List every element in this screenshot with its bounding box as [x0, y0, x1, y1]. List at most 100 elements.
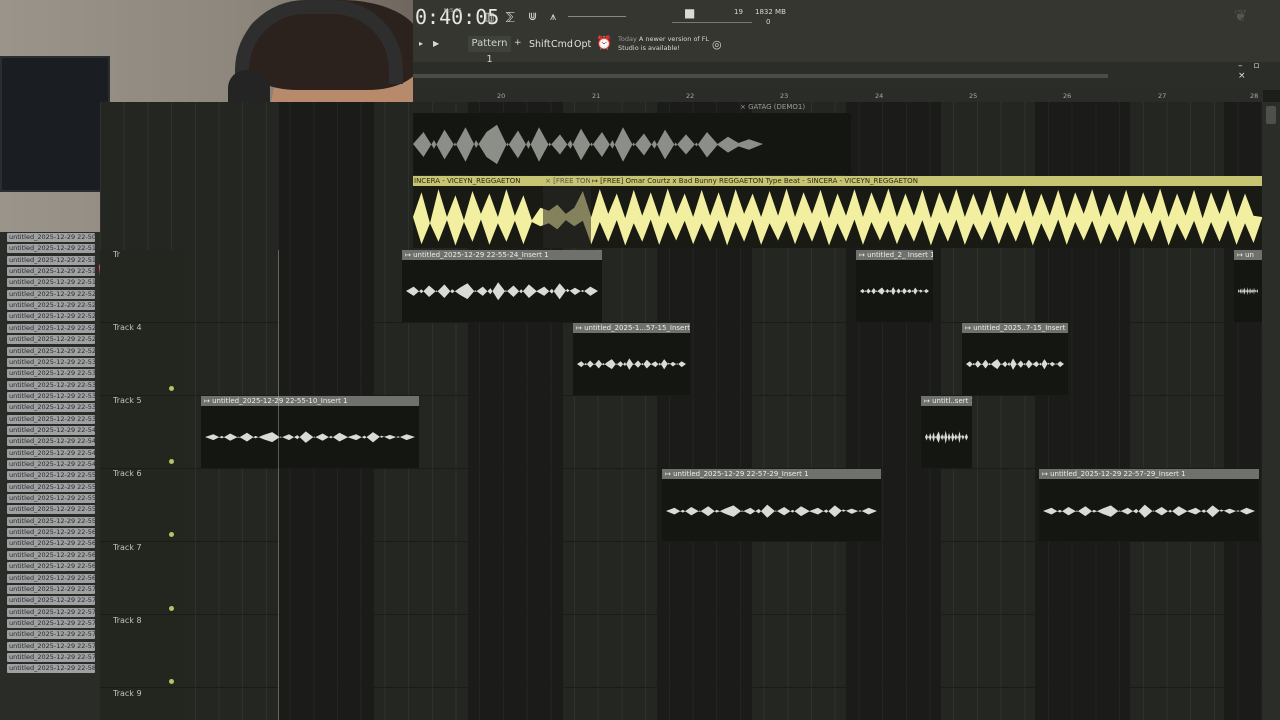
- alarm-clock-icon[interactable]: ⏰: [596, 36, 612, 51]
- browser-file-item[interactable]: untitled_2025-12-29 22-57...: [7, 652, 95, 662]
- typing-keyboard-icon[interactable]: ⅀: [506, 10, 515, 23]
- track-name[interactable]: Track 7: [113, 543, 142, 552]
- news-panel[interactable]: Today A newer version of FL Studio is av…: [618, 35, 713, 53]
- browser-file-item[interactable]: untitled_2025-12-29 22-55...: [7, 505, 95, 515]
- waveform: [860, 287, 929, 296]
- browser-file-item[interactable]: untitled_2025-12-29 22-56...: [7, 550, 95, 560]
- output-monitor-icon: ■: [684, 6, 696, 20]
- browser-file-item[interactable]: untitled_2025-12-29 22-54...: [7, 437, 95, 447]
- ruler-bar-number: 20: [497, 92, 506, 100]
- browser-file-item[interactable]: untitled_2025-12-29 22-52...: [7, 301, 95, 311]
- browser-file-item[interactable]: untitled_2025-12-29 22-51...: [7, 244, 95, 254]
- browser-file-item[interactable]: untitled_2025-12-29 22-56...: [7, 562, 95, 572]
- browser-file-item[interactable]: untitled_2025-12-29 22-55...: [7, 471, 95, 481]
- browser-file-item[interactable]: untitled_2025-12-29 22-55...: [7, 516, 95, 526]
- play-icon[interactable]: ▶: [433, 39, 439, 48]
- waveform: [577, 358, 686, 370]
- waveform: [966, 358, 1064, 370]
- waveform: [925, 430, 968, 444]
- online-globe-icon[interactable]: ◎: [712, 38, 722, 51]
- clip-label: ↦ un: [1234, 250, 1262, 260]
- browser-file-item[interactable]: untitled_2025-12-29 22-54...: [7, 448, 95, 458]
- master-pitch-slider[interactable]: [568, 16, 626, 17]
- browser-file-item[interactable]: untitled_2025-12-29 22-51...: [7, 267, 95, 277]
- track-3-name[interactable]: Tr: [113, 250, 120, 259]
- browser-file-item[interactable]: untitled_2025-12-29 22-57...: [7, 596, 95, 606]
- muted-clip-region[interactable]: [543, 186, 591, 248]
- browser-file-item[interactable]: untitled_2025-12-29 22-52...: [7, 323, 95, 333]
- browser-file-item[interactable]: untitled_2025-12-29 22-53...: [7, 380, 95, 390]
- timeline-ruler[interactable]: [413, 88, 1263, 102]
- browser-file-item[interactable]: untitled_2025-12-29 22-52...: [7, 346, 95, 356]
- browser-file-item[interactable]: untitled_2025-12-29 22-55...: [7, 482, 95, 492]
- browser-file-item[interactable]: untitled_2025-12-29 22-52...: [7, 312, 95, 322]
- audio-clip[interactable]: ↦ un: [1234, 250, 1262, 322]
- horizontal-scrollbar[interactable]: [413, 74, 1108, 78]
- track-name[interactable]: Track 6: [113, 469, 142, 478]
- step-edit-icon[interactable]: ⋓: [528, 10, 537, 23]
- master-volume-slider[interactable]: [672, 22, 752, 23]
- browser-file-item[interactable]: untitled_2025-12-29 22-53...: [7, 414, 95, 424]
- gatag-demo-label: × GATAG (DEMO1): [740, 103, 806, 111]
- time-format-label: M:S:CS: [444, 8, 462, 14]
- track-name[interactable]: Track 9: [113, 689, 142, 698]
- shift-button[interactable]: Shift: [529, 39, 551, 50]
- track-mute-led[interactable]: [169, 532, 174, 537]
- snap-icon[interactable]: ▸: [419, 39, 423, 48]
- playhead-line[interactable]: [278, 250, 279, 720]
- pattern-selector[interactable]: Pattern 1: [468, 36, 511, 65]
- metronome-icon[interactable]: ⩚: [550, 10, 556, 24]
- audio-clip[interactable]: ↦ untitled_2_ Insert 1: [856, 250, 933, 322]
- track-name[interactable]: Track 8: [113, 616, 142, 625]
- browser-file-item[interactable]: untitled_2025-12-29 22-53...: [7, 403, 95, 413]
- vertical-scrollbar[interactable]: [1262, 102, 1280, 720]
- audio-clip[interactable]: ↦ untitled_2025-12-29 22-57-29_Insert 1: [1039, 469, 1259, 541]
- browser-file-item[interactable]: untitled_2025-12-29 22-55...: [7, 494, 95, 504]
- browser-file-item[interactable]: untitled_2025-12-29 22-51...: [7, 255, 95, 265]
- browser-file-item[interactable]: untitled_2025-12-29 22-51...: [7, 278, 95, 288]
- browser-file-item[interactable]: untitled_2025-12-29 22-57...: [7, 641, 95, 651]
- piano-icon[interactable]: ▥: [484, 10, 494, 23]
- browser-file-item[interactable]: untitled_2025-12-29 22-52...: [7, 289, 95, 299]
- browser-file-item[interactable]: untitled_2025-12-29 22-56...: [7, 539, 95, 549]
- window-controls[interactable]: – ▫ ×: [1238, 61, 1280, 81]
- browser-file-item[interactable]: untitled_2025-12-29 22-53...: [7, 369, 95, 379]
- track-mute-led[interactable]: [169, 606, 174, 611]
- browser-file-item[interactable]: untitled_2025-12-29 22-57...: [7, 584, 95, 594]
- browser-file-item[interactable]: untitled_2025-12-29 22-52...: [7, 335, 95, 345]
- audio-clip[interactable]: ↦ untitled_2025-1...57-15_Insert 1: [573, 323, 690, 395]
- waveform: [666, 504, 877, 518]
- audio-clip[interactable]: ↦ untitled_2025-12-29 22-55-10_Insert 1: [201, 396, 419, 468]
- ruler-bar-number: 25: [969, 92, 978, 100]
- audio-clip[interactable]: ↦ untitled_2025-12-29 22-55-24_Insert 1: [402, 250, 602, 322]
- track-name[interactable]: Track 4: [113, 323, 142, 332]
- track-mute-led[interactable]: [169, 459, 174, 464]
- fl-logo-icon[interactable]: ❦: [1234, 6, 1247, 25]
- opt-button[interactable]: Opt: [574, 39, 591, 50]
- add-pattern-icon[interactable]: +: [514, 38, 522, 48]
- ruler-bar-number: 26: [1063, 92, 1072, 100]
- track-name[interactable]: Track 5: [113, 396, 142, 405]
- browser-file-item[interactable]: untitled_2025-12-29 22-54...: [7, 425, 95, 435]
- browser-file-item[interactable]: untitled_2025-12-29 22-54...: [7, 460, 95, 469]
- track-mute-led[interactable]: [169, 386, 174, 391]
- browser-file-item[interactable]: untitled_2025-12-29 22-58...: [7, 664, 95, 674]
- vertical-scroll-thumb[interactable]: [1266, 106, 1276, 124]
- track-divider: [100, 541, 1262, 542]
- audio-clip[interactable]: ↦ untitl..sert 1: [921, 396, 972, 468]
- browser-file-item[interactable]: untitled_2025-12-29 22-57...: [7, 618, 95, 628]
- audio-clip[interactable]: ↦ untitled_2025..7-15_Insert 1: [962, 323, 1068, 395]
- browser-file-item[interactable]: untitled_2025-12-29 22-50...: [7, 233, 95, 242]
- ruler-bar-number: 23: [780, 92, 789, 100]
- browser-file-item[interactable]: untitled_2025-12-29 22-56...: [7, 573, 95, 583]
- browser-file-item[interactable]: untitled_2025-12-29 22-56...: [7, 528, 95, 538]
- audio-clip[interactable]: ↦ untitled_2025-12-29 22-57-29_Insert 1: [662, 469, 881, 541]
- browser-file-item[interactable]: untitled_2025-12-29 22-53...: [7, 391, 95, 401]
- ruler-bar-number: 24: [875, 92, 884, 100]
- track-mute-led[interactable]: [169, 679, 174, 684]
- ruler-bar-number: 27: [1158, 92, 1167, 100]
- browser-file-item[interactable]: untitled_2025-12-29 22-53...: [7, 357, 95, 367]
- cmd-button[interactable]: Cmd: [551, 39, 573, 50]
- browser-file-item[interactable]: untitled_2025-12-29 22-57...: [7, 630, 95, 640]
- browser-file-item[interactable]: untitled_2025-12-29 22-57...: [7, 607, 95, 617]
